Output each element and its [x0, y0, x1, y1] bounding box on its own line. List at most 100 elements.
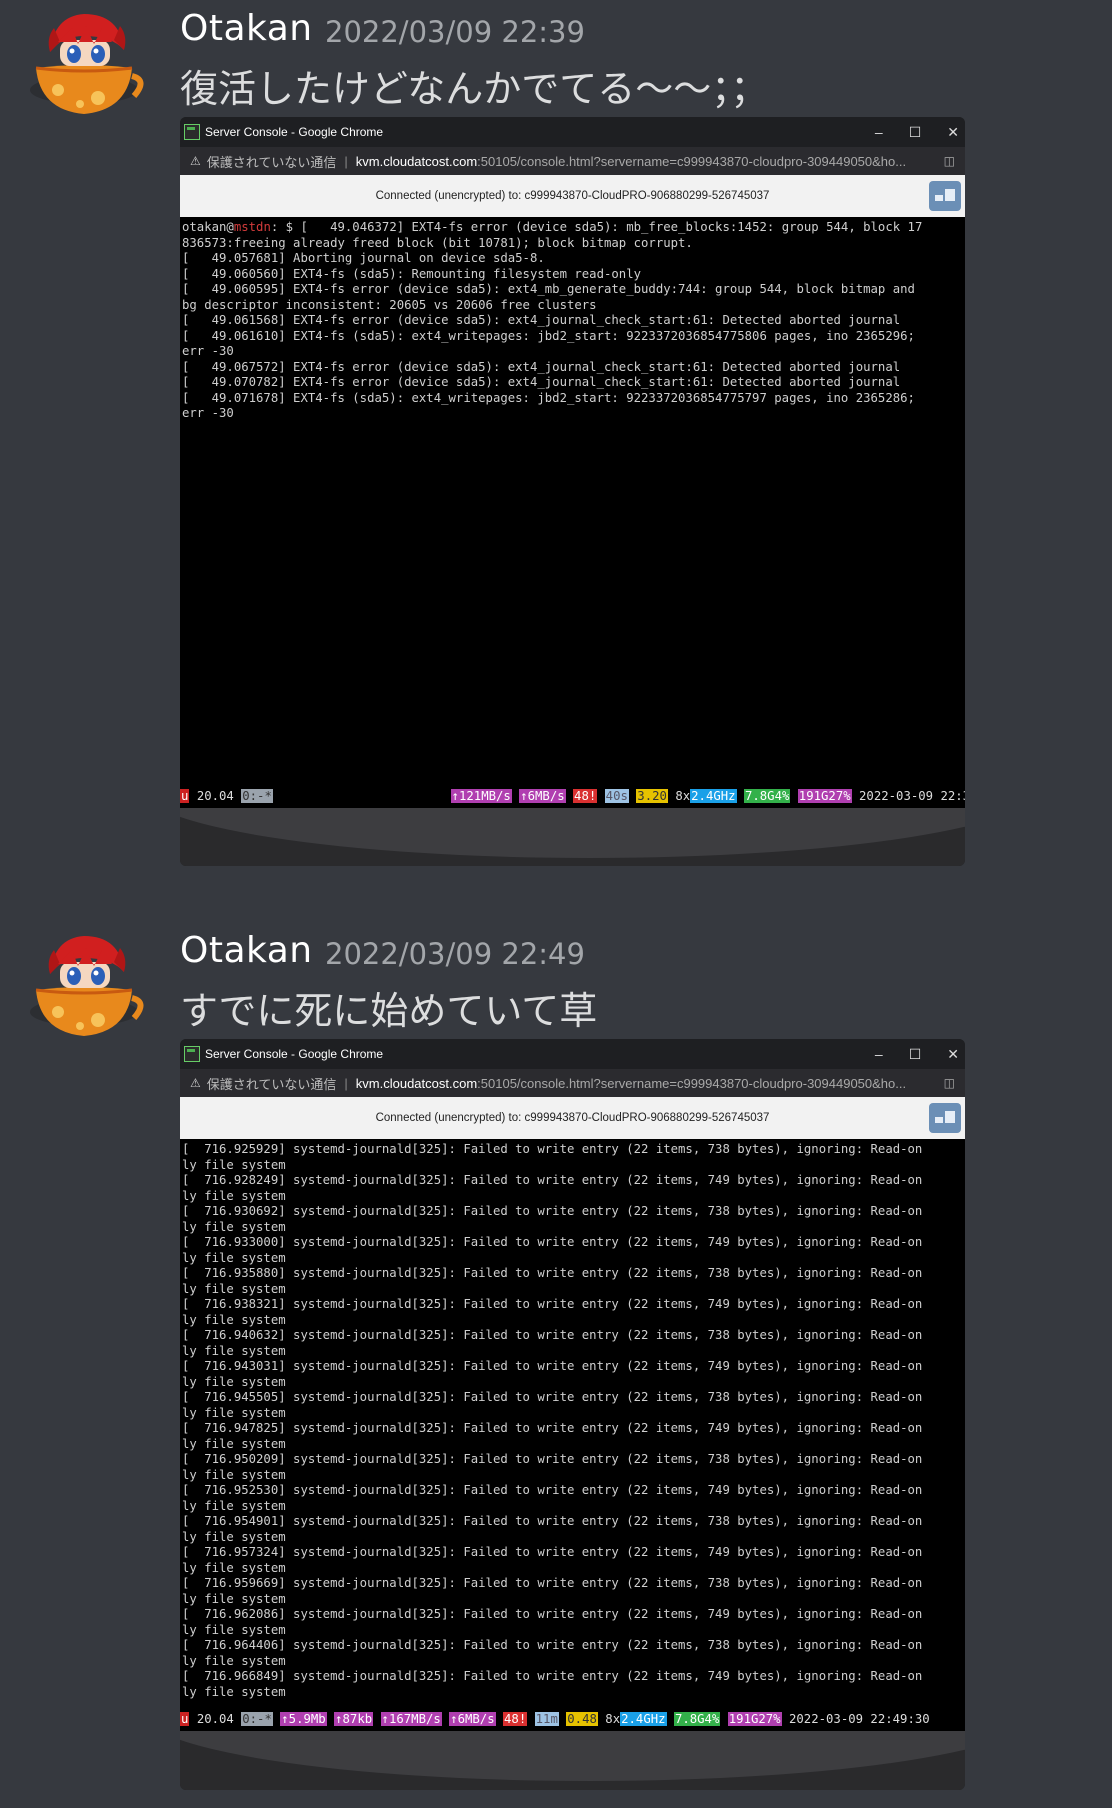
attached-screenshot[interactable]: Server Console - Google Chrome – ☐ ✕ ⚠ 保… — [180, 117, 965, 866]
terminal-line: ly file system — [182, 1219, 286, 1234]
address-separator: | — [344, 153, 348, 169]
terminal-line: [ 716.938321] systemd-journald[325]: Fai… — [182, 1297, 923, 1311]
status-temp: 48! — [573, 789, 598, 803]
close-icon: ✕ — [947, 1045, 959, 1062]
status-uptime: 40s — [604, 789, 629, 803]
window-title: Server Console - Google Chrome — [205, 125, 384, 139]
message-text: 復活したけどなんかでてる〜〜；； — [180, 67, 769, 111]
terminal-line: [ 716.925929] systemd-journald[325]: Fai… — [182, 1142, 923, 1156]
terminal-line: [ 49.057681] Aborting journal on device … — [182, 251, 545, 265]
vnc-status-text: Connected (unencrypted) to: c999943870-C… — [375, 190, 770, 202]
address-separator: | — [344, 1075, 348, 1091]
status-u: u — [180, 789, 190, 803]
terminal-line: ly file system — [182, 1436, 286, 1451]
vnc-bottom-area — [180, 1731, 965, 1790]
minimize-icon: – — [874, 124, 883, 140]
status-disk-write: ↑6MB/s — [449, 1712, 496, 1726]
status-freq: 2.4GHz — [690, 789, 737, 803]
terminal-line: ly file system — [182, 1560, 286, 1575]
status-mem: 7.8G4% — [673, 1712, 721, 1726]
status-clock: 2022-03-09 22:38:39 — [859, 789, 965, 803]
maximize-icon: ☐ — [908, 1045, 922, 1062]
vnc-status-text: Connected (unencrypted) to: c999943870-C… — [375, 1112, 770, 1124]
terminal-line: [ 716.966849] systemd-journald[325]: Fai… — [182, 1669, 923, 1683]
terminal-line: err -30 — [182, 344, 234, 358]
status-cores: 8x — [675, 789, 691, 803]
address-host: kvm.cloudatcost.com — [355, 153, 478, 169]
terminal-line: ly file system — [182, 1157, 286, 1172]
terminal-line: ly file system — [182, 1622, 286, 1637]
not-secure-label: 保護されていない通信 — [206, 1076, 337, 1092]
avatar[interactable] — [28, 6, 144, 122]
status-disk: 191G27% — [727, 1712, 782, 1726]
tmux-status-bar: u 20.04 0:-* ↑121MB/s ↑6MB/s 48! 40s 3.2… — [180, 788, 965, 805]
terminal-line: [ 716.952530] systemd-journald[325]: Fai… — [182, 1483, 923, 1497]
tmux-status-bar: u 20.04 0:-* ↑5.9Mb ↑87kb ↑167MB/s ↑6MB/… — [180, 1711, 965, 1728]
status-disk-write: ↑6MB/s — [519, 789, 566, 803]
terminal-line: ly file system — [182, 1405, 286, 1420]
terminal-screen: [ 716.925929] systemd-journald[325]: Fai… — [180, 1139, 965, 1731]
avatar[interactable] — [28, 928, 144, 1044]
avatar-image — [30, 14, 144, 114]
terminal-line: ly file system — [182, 1684, 286, 1699]
status-version: 20.04 — [196, 1712, 234, 1726]
terminal-line: [ 716.950209] systemd-journald[325]: Fai… — [182, 1452, 923, 1466]
novnc-favicon-icon — [184, 124, 200, 140]
status-mem: 7.8G4% — [743, 789, 791, 803]
terminal-line: otakan@mstdn: $ [ 49.046372] EXT4-fs err… — [182, 220, 923, 234]
warning-icon: ⚠ — [190, 1076, 201, 1090]
status-load: 3.20 — [636, 789, 668, 803]
message-timestamp: 2022/03/09 22:39 — [325, 15, 585, 49]
not-secure-label: 保護されていない通信 — [206, 154, 337, 170]
terminal-line: [ 716.945505] systemd-journald[325]: Fai… — [182, 1390, 923, 1404]
vnc-bottom-area — [180, 808, 965, 866]
maximize-icon: ☐ — [908, 123, 922, 140]
status-net-tx: ↑87kb — [334, 1712, 374, 1726]
vnc-panel-icon — [929, 181, 961, 211]
terminal-line: ly file system — [182, 1374, 286, 1389]
terminal-line: ly file system — [182, 1312, 286, 1327]
vnc-status-bar: Connected (unencrypted) to: c999943870-C… — [180, 175, 965, 217]
terminal-line: ly file system — [182, 1188, 286, 1203]
terminal-line: ly file system — [182, 1498, 286, 1513]
status-temp: 48! — [503, 1712, 528, 1726]
terminal-line: [ 716.933000] systemd-journald[325]: Fai… — [182, 1235, 923, 1249]
novnc-favicon-icon — [184, 1046, 200, 1062]
address-bar: ⚠ 保護されていない通信 | kvm.cloudatcost.com :5010… — [180, 147, 965, 175]
terminal-line: [ 716.928249] systemd-journald[325]: Fai… — [182, 1173, 923, 1187]
terminal-line: [ 716.954901] systemd-journald[325]: Fai… — [182, 1514, 923, 1528]
terminal-line: ly file system — [182, 1529, 286, 1544]
status-u: u — [180, 1712, 190, 1726]
window-titlebar: Server Console - Google Chrome – ☐ ✕ — [180, 1039, 965, 1069]
window-controls: – ☐ ✕ — [875, 1039, 959, 1069]
terminal-line: [ 716.935880] systemd-journald[325]: Fai… — [182, 1266, 923, 1280]
author-name[interactable]: Otakan — [180, 8, 313, 49]
translate-icon: ◫ — [943, 1076, 955, 1090]
terminal-line: ly file system — [182, 1343, 286, 1358]
terminal-line: [ 49.061610] EXT4-fs (sda5): ext4_writep… — [182, 328, 915, 343]
address-path: :50105/console.html?servername=c99994387… — [477, 153, 907, 169]
status-disk-read: ↑167MB/s — [380, 1712, 442, 1726]
terminal-line: ly file system — [182, 1653, 286, 1668]
status-disk-read: ↑121MB/s — [450, 789, 512, 803]
attached-screenshot[interactable]: Server Console - Google Chrome – ☐ ✕ ⚠ 保… — [180, 1039, 965, 1790]
terminal-line: [ 49.061568] EXT4-fs error (device sda5)… — [182, 313, 901, 327]
status-load: 0.48 — [566, 1712, 598, 1726]
translate-icon: ◫ — [943, 154, 955, 168]
terminal-line: [ 49.067572] EXT4-fs error (device sda5)… — [182, 359, 901, 374]
terminal-line: [ 716.959669] systemd-journald[325]: Fai… — [182, 1576, 923, 1590]
address-path: :50105/console.html?servername=c99994387… — [477, 1075, 907, 1091]
status-clock: 2022-03-09 22:49:30 — [789, 1712, 930, 1726]
avatar-image — [30, 936, 144, 1036]
author-name[interactable]: Otakan — [180, 930, 313, 971]
terminal-line: [ 716.964406] systemd-journald[325]: Fai… — [182, 1638, 923, 1652]
terminal-line: [ 716.962086] systemd-journald[325]: Fai… — [182, 1607, 923, 1621]
status-window: 0:-* — [241, 789, 273, 803]
vnc-status-bar: Connected (unencrypted) to: c999943870-C… — [180, 1097, 965, 1139]
window-title: Server Console - Google Chrome — [205, 1047, 384, 1061]
status-window: 0:-* — [241, 1712, 273, 1726]
status-net-rx: ↑5.9Mb — [280, 1712, 327, 1726]
status-cores: 8x — [605, 1712, 621, 1726]
terminal-line: [ 49.060595] EXT4-fs error (device sda5)… — [182, 282, 915, 296]
minimize-icon: – — [874, 1046, 883, 1062]
